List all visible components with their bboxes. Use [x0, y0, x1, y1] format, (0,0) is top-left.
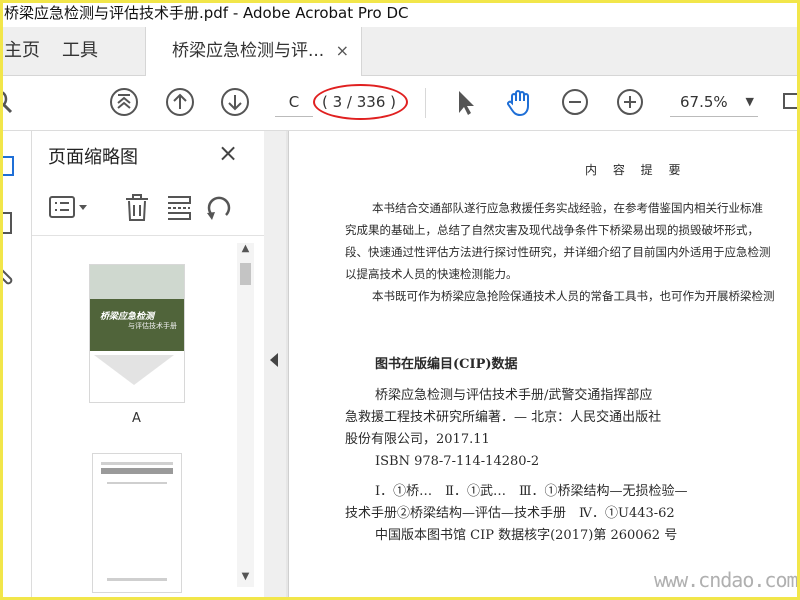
cover-decoration [94, 355, 174, 385]
select-cursor-icon[interactable] [449, 86, 481, 118]
page-thumbnails-icon[interactable] [0, 153, 19, 179]
cover-bridge-image [90, 265, 184, 299]
tab-close-icon[interactable]: × [336, 27, 349, 75]
thumb-text-line [101, 462, 173, 465]
cip-line: 急救援工程技术研究所编著．— 北京：人民交通出版社 [345, 410, 662, 425]
summary-line: 段、快速通过性评估方法进行探讨性研究，并详细介绍了目前国内外适用于应急检测 [345, 245, 771, 259]
cip-title: 图书在版编目(CIP)数据 [375, 357, 518, 372]
search-icon[interactable] [0, 86, 18, 118]
delete-page-icon[interactable] [122, 193, 152, 225]
extract-page-icon[interactable] [164, 193, 194, 225]
thumb-text-line [101, 468, 173, 474]
more-tools-icon[interactable] [780, 86, 800, 118]
watermark: www.cndao.com [654, 568, 799, 592]
cip-line: 桥梁应急检测与评估技术手册/武警交通指挥部应 [349, 388, 653, 403]
zoom-dropdown[interactable]: 67.5% ▼ [670, 88, 758, 117]
cip-line: ISBN 978-7-114-14280-2 [349, 454, 540, 469]
zoom-value: 67.5% [680, 93, 728, 111]
title-bar: 桥梁应急检测与评估技术手册.pdf - Adobe Acrobat Pro DC [0, 0, 800, 26]
highlight-annotation-ellipse [313, 84, 408, 120]
tab-document[interactable]: 桥梁应急检测与评... × [145, 27, 362, 76]
tab-tools[interactable]: 工具 [62, 27, 98, 75]
summary-line: 本书结合交通部队遂行应急救援任务实战经验，在参考借鉴国内相关行业标准 [349, 201, 763, 215]
attachments-icon[interactable] [0, 263, 19, 287]
thumb-text-line [107, 578, 167, 581]
thumbnail-options-icon[interactable] [48, 193, 92, 225]
previous-page-icon[interactable] [164, 86, 196, 118]
bookmarks-icon[interactable] [0, 209, 19, 237]
thumb-text-line [107, 482, 167, 484]
tab-home[interactable]: 主页 [4, 27, 40, 75]
rotate-page-icon[interactable] [204, 193, 234, 225]
panel-toolbar [32, 183, 264, 236]
thumbnails-panel: 页面缩略图 × ▲ ▼ 桥梁应急检测 与评估技术手册 A [32, 131, 265, 597]
scroll-thumb[interactable] [240, 263, 251, 285]
zoom-in-icon[interactable] [614, 86, 646, 118]
summary-line: 究成果的基础上，总结了自然灾害及现代战争条件下桥梁易出现的损毁破坏形式， [345, 223, 759, 237]
panel-title: 页面缩略图 [48, 147, 138, 168]
thumbnail-label: A [132, 411, 141, 426]
cip-line: 技术手册②桥梁结构—评估—技术手册 Ⅳ．①U443-62 [345, 506, 675, 521]
left-navigation-rail [0, 131, 32, 597]
page-thumbnail-title-page[interactable] [92, 453, 182, 593]
scroll-down-icon[interactable]: ▼ [237, 571, 254, 587]
tab-bar: 主页 工具 桥梁应急检测与评... × [0, 27, 800, 76]
chevron-down-icon: ▼ [745, 95, 754, 108]
hand-tool-icon[interactable] [504, 86, 536, 118]
cip-line: Ⅰ．①桥… Ⅱ．①武… Ⅲ．①桥梁结构—无损检验— [349, 484, 688, 499]
collapse-panel-icon[interactable] [270, 353, 278, 367]
page-number-input[interactable]: C [275, 88, 313, 117]
first-page-icon[interactable] [108, 86, 140, 118]
panel-splitter[interactable] [264, 131, 286, 597]
pdf-page: 内 容 提 要 本书结合交通部队遂行应急救援任务实战经验，在参考借鉴国内相关行业… [288, 131, 800, 597]
close-icon[interactable]: × [218, 139, 238, 167]
thumbnails-scrollbar[interactable]: ▲ ▼ [237, 243, 254, 587]
page-heading: 内 容 提 要 [585, 163, 687, 177]
scroll-up-icon[interactable]: ▲ [237, 243, 254, 259]
page-thumbnail-cover[interactable]: 桥梁应急检测 与评估技术手册 [89, 264, 185, 403]
zoom-out-icon[interactable] [559, 86, 591, 118]
document-view[interactable]: 内 容 提 要 本书结合交通部队遂行应急救援任务实战经验，在参考借鉴国内相关行业… [286, 131, 800, 597]
cip-line: 股份有限公司，2017.11 [345, 432, 490, 447]
cover-subtitle: 与评估技术手册 [128, 322, 177, 330]
next-page-icon[interactable] [219, 86, 251, 118]
summary-line: 本书既可作为桥梁应急抢险保通技术人员的常备工具书，也可作为开展桥梁检测 [349, 289, 775, 303]
tab-document-label: 桥梁应急检测与评... [172, 41, 325, 61]
toolbar-separator [425, 88, 426, 118]
cip-line: 中国版本图书馆 CIP 数据核字(2017)第 260062 号 [349, 528, 678, 543]
window-title: 桥梁应急检测与评估技术手册.pdf - Adobe Acrobat Pro DC [4, 4, 409, 22]
summary-line: 以提高技术人员的快速检测能力。 [345, 267, 518, 281]
